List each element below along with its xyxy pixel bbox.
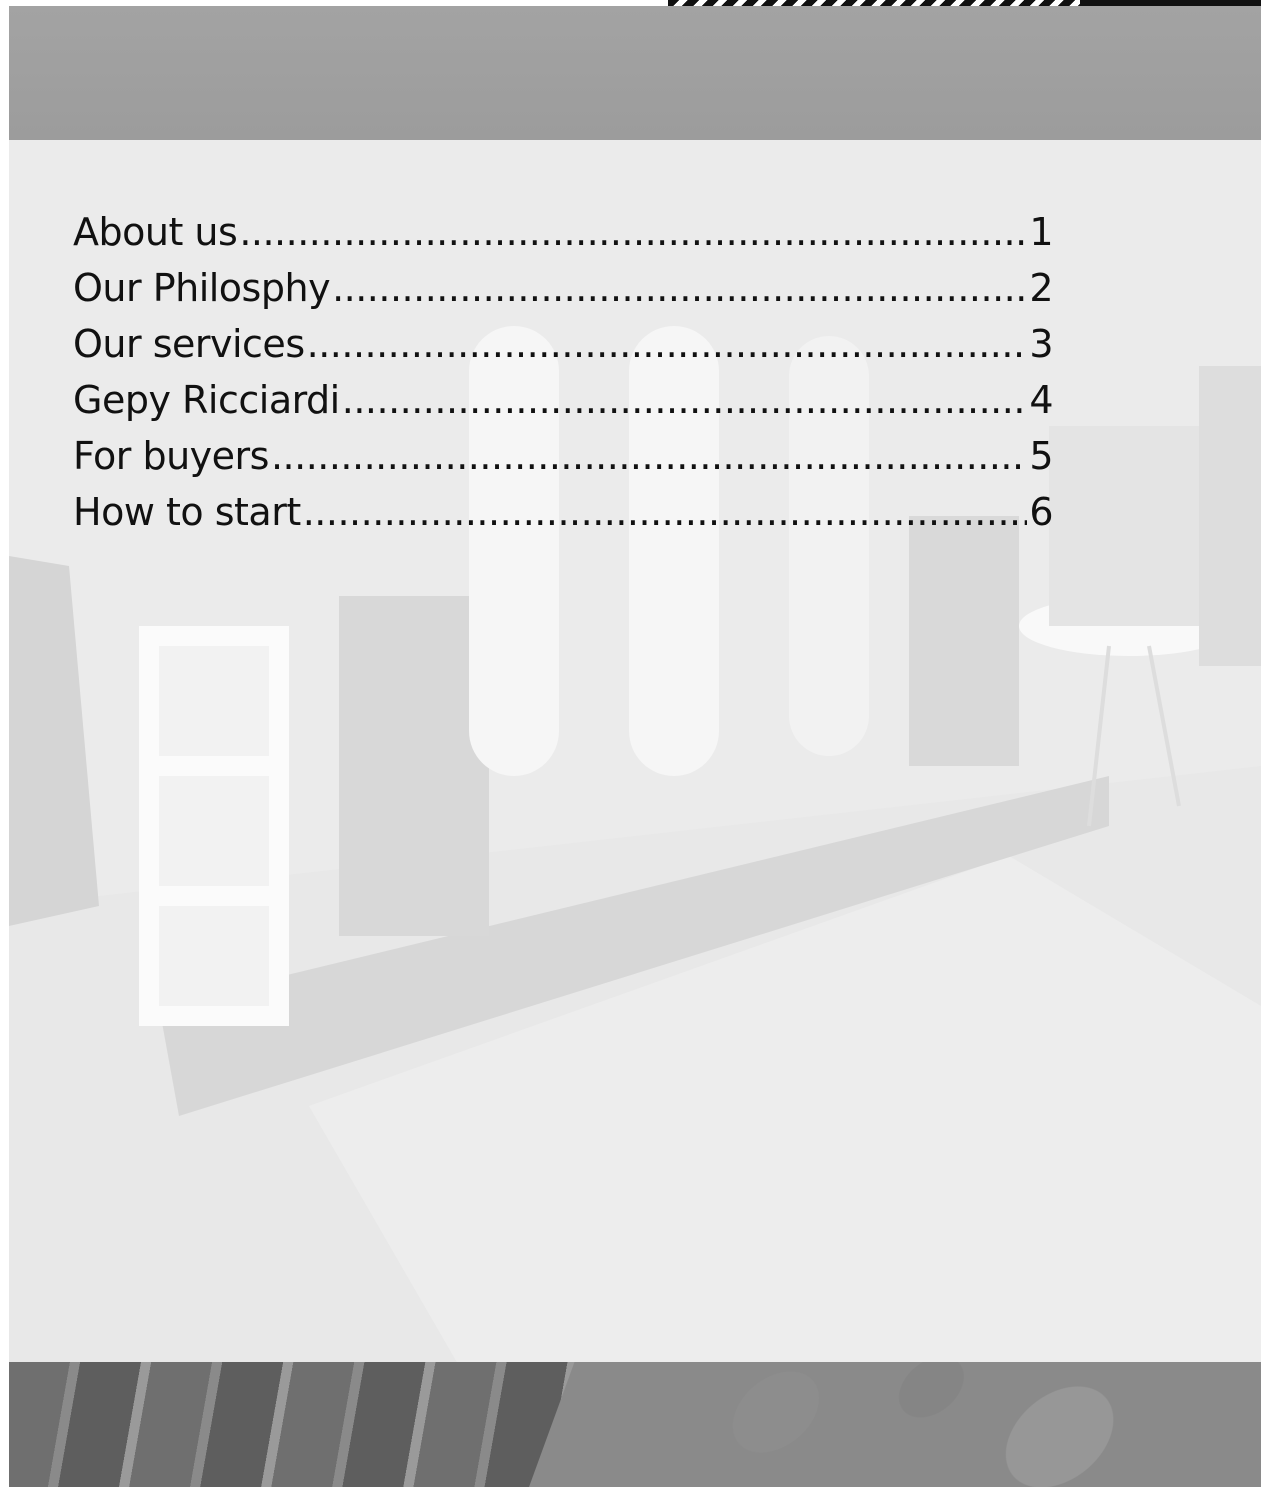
- table-of-contents: About us 1 Our Philosphy 2 Our services …: [73, 204, 1053, 540]
- toc-leader-dots: [332, 260, 1027, 316]
- toc-entry[interactable]: For buyers 5: [73, 428, 1053, 484]
- toc-entry-label: Gepy Ricciardi: [73, 378, 340, 422]
- toc-entry-label: Our services: [73, 322, 305, 366]
- toc-leader-dots: [342, 372, 1028, 428]
- document-page: About us 1 Our Philosphy 2 Our services …: [0, 0, 1261, 1487]
- toc-entry[interactable]: How to start 6: [73, 484, 1053, 540]
- toc-entry-page: 3: [1029, 322, 1053, 366]
- toc-entry[interactable]: Gepy Ricciardi 4: [73, 372, 1053, 428]
- toc-entry-label: For buyers: [73, 434, 269, 478]
- header-band: [9, 6, 1261, 140]
- toc-entry-page: 2: [1029, 266, 1053, 310]
- toc-entry-page: 5: [1029, 434, 1053, 478]
- toc-entry[interactable]: Our Philosphy 2: [73, 260, 1053, 316]
- toc-leader-dots: [303, 484, 1028, 540]
- toc-entry-page: 6: [1029, 490, 1053, 534]
- toc-leader-dots: [307, 316, 1028, 372]
- toc-entry-label: How to start: [73, 490, 301, 534]
- toc-entry-label: Our Philosphy: [73, 266, 331, 310]
- rug-decoration: [529, 1362, 1261, 1487]
- toc-leader-dots: [239, 204, 1027, 260]
- toc-entry-label: About us: [73, 210, 238, 254]
- toc-entry[interactable]: About us 1: [73, 204, 1053, 260]
- toc-entry-page: 4: [1029, 378, 1053, 422]
- toc-leader-dots: [271, 428, 1027, 484]
- toc-entry[interactable]: Our services 3: [73, 316, 1053, 372]
- toc-entry-page: 1: [1029, 210, 1053, 254]
